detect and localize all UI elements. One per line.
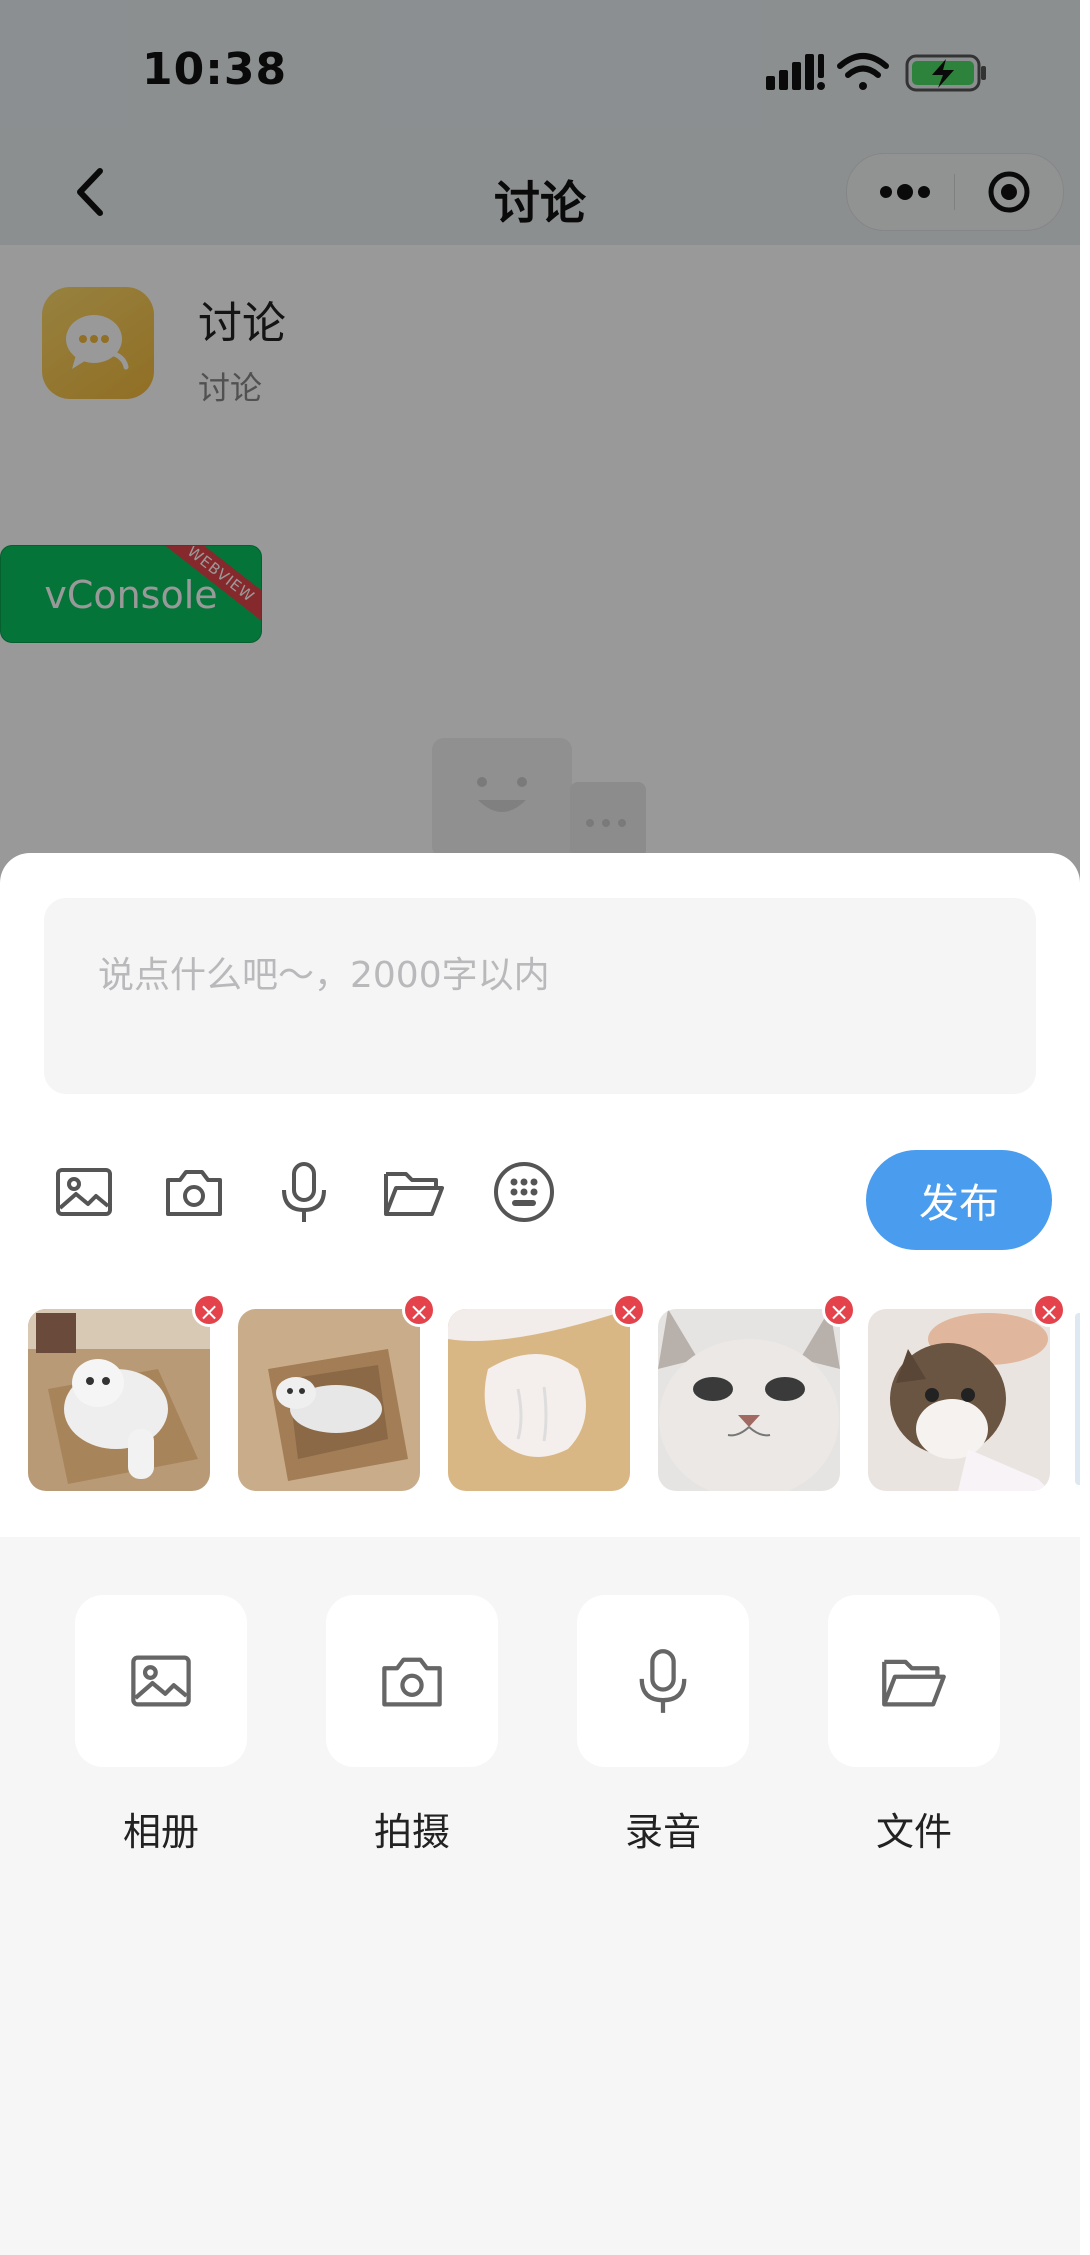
delete-thumbnail-1[interactable]: × xyxy=(192,1293,226,1327)
tabby-cat-photo xyxy=(868,1309,1050,1491)
cat-paw-photo xyxy=(448,1309,630,1491)
delete-thumbnail-4[interactable]: × xyxy=(822,1293,856,1327)
folder-icon[interactable] xyxy=(382,1160,446,1224)
keypad-icon[interactable] xyxy=(492,1160,556,1224)
microphone-icon[interactable] xyxy=(272,1160,336,1224)
compose-sheet: 发布 × × xyxy=(0,853,1080,2255)
thumbnail-2[interactable] xyxy=(238,1309,420,1491)
attach-file-label: 文件 xyxy=(875,1810,952,1854)
shoot-card[interactable] xyxy=(326,1595,498,1767)
thumbnail-3[interactable] xyxy=(448,1309,630,1491)
thumbnail-6-partial[interactable] xyxy=(1075,1313,1080,1485)
post-text-input[interactable] xyxy=(44,898,1036,1094)
cat-in-box-photo xyxy=(28,1309,210,1491)
post-input-box[interactable] xyxy=(44,898,1036,1094)
attach-album[interactable]: 相册 xyxy=(75,1595,247,1856)
image-icon xyxy=(131,1655,191,1707)
attach-album-label: 相册 xyxy=(122,1810,199,1854)
delete-thumbnail-2[interactable]: × xyxy=(402,1293,436,1327)
delete-thumbnail-3[interactable]: × xyxy=(612,1293,646,1327)
publish-button[interactable]: 发布 xyxy=(866,1150,1052,1250)
record-card[interactable] xyxy=(577,1595,749,1767)
album-card[interactable] xyxy=(75,1595,247,1767)
camera-icon xyxy=(382,1657,442,1707)
cat-face-photo xyxy=(658,1309,840,1491)
attach-shoot-label: 拍摄 xyxy=(373,1810,450,1854)
screen-edge xyxy=(1080,0,1090,2255)
attach-file[interactable]: 文件 xyxy=(828,1595,1000,1856)
thumbnail-4[interactable] xyxy=(658,1309,840,1491)
thumbnail-1[interactable] xyxy=(28,1309,210,1491)
attachment-thumbnails: × × × × × xyxy=(0,1293,1080,1541)
microphone-icon xyxy=(639,1649,687,1713)
attach-record[interactable]: 录音 xyxy=(577,1595,749,1856)
file-card[interactable] xyxy=(828,1595,1000,1767)
image-icon[interactable] xyxy=(52,1160,116,1224)
attach-shoot[interactable]: 拍摄 xyxy=(326,1595,498,1856)
delete-thumbnail-5[interactable]: × xyxy=(1032,1293,1066,1327)
cat-lying-in-box-photo xyxy=(238,1309,420,1491)
thumbnail-5[interactable] xyxy=(868,1309,1050,1491)
folder-icon xyxy=(882,1659,946,1707)
attach-record-label: 录音 xyxy=(624,1810,701,1854)
attachment-panel: 相册 拍摄 录音 文件 xyxy=(0,1537,1080,2255)
camera-icon[interactable] xyxy=(162,1160,226,1224)
